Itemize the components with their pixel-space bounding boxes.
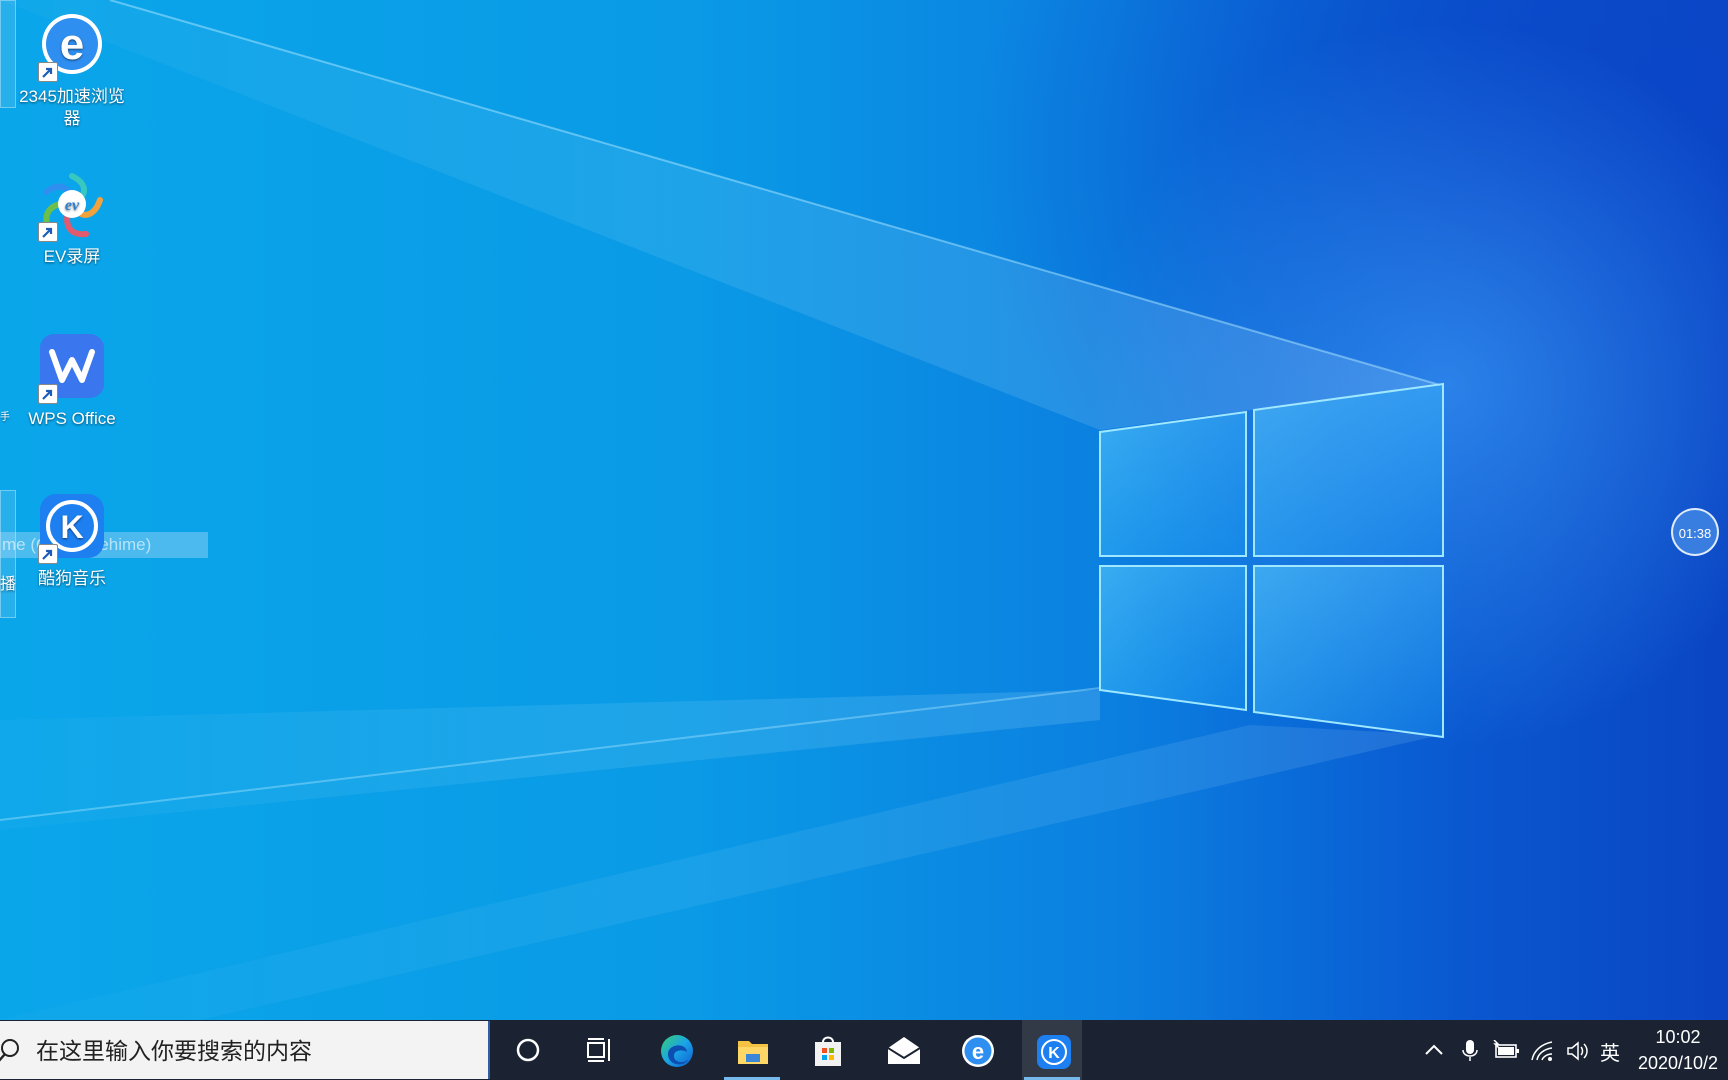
ie-browser-icon: e [36,10,108,82]
svg-text:ev: ev [65,197,80,214]
desktop-icon-label: EV录屏 [43,247,101,266]
desktop-icon-kugou[interactable]: K 酷狗音乐 [6,492,138,590]
svg-text:e: e [972,1039,984,1064]
shortcut-arrow-icon [38,544,58,564]
edge-icon [661,1035,693,1067]
cortana-button[interactable] [498,1020,558,1080]
kugou-taskbar-button[interactable]: K [1022,1020,1082,1080]
browser-2345-taskbar-button[interactable]: e [947,1020,1007,1080]
svg-text:e: e [60,20,84,69]
battery-tray-button[interactable] [1492,1020,1522,1080]
wps-icon [36,332,108,404]
clock-time: 10:02 [1655,1027,1701,1047]
store-icon [815,1036,841,1066]
recording-timer-bubble[interactable]: 01:38 [1671,508,1719,556]
taskbar-search-box[interactable] [0,1021,490,1079]
shortcut-arrow-icon [38,222,58,242]
svg-text:K: K [1048,1045,1060,1062]
desktop-icon-ev-recorder[interactable]: ev EV录屏 [6,170,138,268]
volume-tray-button[interactable] [1566,1020,1592,1080]
task-view-icon [587,1038,610,1062]
clock-date: 2020/10/2 [1637,1053,1719,1073]
svg-text:K: K [60,509,83,545]
shortcut-arrow-icon [38,384,58,404]
desktop-icon-wps-office[interactable]: WPS Office [6,332,138,430]
ie-browser-icon: e [962,1035,994,1067]
kugou-icon: K [36,492,108,564]
task-view-button[interactable] [570,1020,630,1080]
mail-taskbar-button[interactable] [872,1020,932,1080]
taskbar-clock[interactable]: 10:02 2020/10/2 [1628,1024,1728,1076]
search-icon [0,1037,24,1070]
microphone-tray-button[interactable] [1458,1020,1482,1080]
edge-taskbar-button[interactable] [646,1020,706,1080]
wifi-icon [1531,1041,1553,1061]
cortana-circle-icon [516,1038,540,1062]
desktop: 手 播 e 2345加速浏览器 ev EV录屏 WPS Office me K … [0,0,1728,1020]
network-tray-button[interactable] [1530,1020,1556,1080]
mail-icon [887,1037,921,1064]
taskbar: e K [0,1020,1728,1080]
battery-charging-icon [1493,1040,1519,1058]
folder-icon [738,1041,768,1064]
windows-logo [1099,382,1444,739]
ev-recorder-icon: ev [36,170,108,242]
input-method-indicator[interactable]: 英 [1600,1037,1620,1066]
wallpaper [0,0,1444,1020]
desktop-icon-label: 酷狗音乐 [38,569,106,588]
desktop-icon-label: WPS Office [28,409,116,428]
speaker-icon [1567,1041,1588,1061]
kugou-icon: K [1037,1035,1071,1069]
search-input[interactable] [34,1035,478,1067]
show-hidden-icons-button[interactable] [1422,1020,1446,1080]
file-explorer-taskbar-button[interactable] [722,1020,782,1080]
store-taskbar-button[interactable] [797,1020,857,1080]
chevron-up-icon [1425,1044,1443,1055]
shortcut-arrow-icon [38,62,58,82]
desktop-icon-label: 2345加速浏览器 [19,87,125,128]
microphone-icon [1462,1040,1478,1061]
desktop-icon-2345-browser[interactable]: e 2345加速浏览器 [6,10,138,130]
